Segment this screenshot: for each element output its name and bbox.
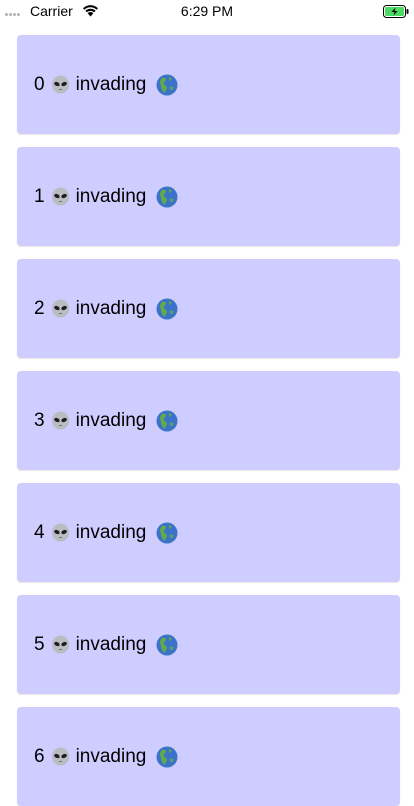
alien-icon (51, 187, 69, 206)
list-item[interactable]: 4 invading (17, 483, 400, 582)
list-item[interactable]: 0 invading (17, 35, 400, 134)
item-index: 3 (34, 409, 45, 431)
item-index: 6 (34, 745, 45, 767)
alien-icon (51, 299, 69, 318)
alien-icon (51, 747, 69, 766)
earth-globe-americas-icon (156, 186, 178, 207)
item-label: invading (75, 745, 147, 767)
item-index: 2 (34, 297, 45, 319)
item-label: invading (75, 633, 147, 655)
item-label: invading (75, 297, 147, 319)
list-item[interactable]: 2 invading (17, 259, 400, 358)
earth-globe-americas-icon (156, 298, 178, 319)
item-label: invading (75, 185, 147, 207)
item-label: invading (75, 409, 147, 431)
alien-icon (51, 411, 69, 430)
earth-globe-americas-icon (156, 74, 178, 95)
list-item[interactable]: 5 invading (17, 595, 400, 694)
status-bar: Carrier 6:29 PM (0, 0, 414, 22)
battery-charging-icon (383, 5, 409, 18)
list-item[interactable]: 6 invading (17, 707, 400, 806)
list-item[interactable]: 3 invading (17, 371, 400, 470)
status-time: 6:29 PM (180, 3, 234, 19)
item-index: 1 (34, 185, 45, 207)
item-index: 0 (34, 73, 45, 95)
earth-globe-americas-icon (156, 746, 178, 767)
earth-globe-americas-icon (156, 522, 178, 543)
alien-icon (51, 75, 69, 94)
alien-icon (51, 635, 69, 654)
list-item[interactable]: 1 invading (17, 147, 400, 246)
alien-icon (51, 523, 69, 542)
item-label: invading (75, 521, 147, 543)
item-index: 4 (34, 521, 45, 543)
item-index: 5 (34, 633, 45, 655)
earth-globe-americas-icon (156, 410, 178, 431)
item-label: invading (75, 73, 147, 95)
earth-globe-americas-icon (156, 634, 178, 655)
